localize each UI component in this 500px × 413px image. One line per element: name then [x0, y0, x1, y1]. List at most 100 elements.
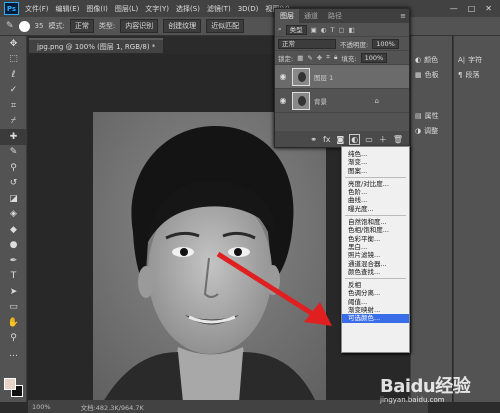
menu-type[interactable]: 文字(Y) [145, 4, 169, 14]
dock-paragraph[interactable]: ¶ 段落 [454, 67, 500, 82]
menu-3d[interactable]: 3D(D) [238, 5, 259, 13]
menu-separator [345, 176, 406, 178]
menu-file[interactable]: 文件(F) [25, 4, 49, 14]
move-tool-icon[interactable]: ✥ [0, 36, 27, 52]
document-tab[interactable]: jpg.png @ 100% (图层 1, RGB/8) * [29, 38, 164, 53]
lock-brush-icon[interactable]: ✎ [307, 54, 312, 62]
brush-preview-icon[interactable] [18, 20, 30, 32]
pen-tool-icon[interactable]: ✒ [0, 253, 27, 269]
hand-tool-icon[interactable]: ✋ [0, 315, 27, 331]
color-swatches[interactable] [4, 378, 24, 398]
filter-shape-icon[interactable]: ▢ [338, 26, 344, 34]
tab-paths[interactable]: 路径 [323, 9, 347, 23]
layer-row-layer1[interactable]: ◉ 图层 1 [275, 65, 409, 89]
eraser-tool-icon[interactable]: ◪ [0, 191, 27, 207]
filter-smart-icon[interactable]: ◧ [349, 26, 355, 34]
tab-channels[interactable]: 通道 [299, 9, 323, 23]
menu-curves[interactable]: 曲线... [342, 196, 409, 204]
rectangle-tool-icon[interactable]: ▭ [0, 300, 27, 316]
content-aware-option[interactable]: 内容识别 [120, 19, 159, 33]
tab-layers[interactable]: 图层 [275, 9, 299, 23]
lock-artboard-icon[interactable]: ⌗ [326, 53, 330, 62]
brush-size[interactable]: 35 [35, 22, 44, 30]
history-brush-tool-icon[interactable]: ↺ [0, 176, 27, 192]
close-button[interactable]: ✕ [485, 4, 492, 13]
menu-brightness-contrast[interactable]: 亮度/对比度... [342, 180, 409, 188]
spot-healing-tool-icon[interactable]: ✎ [6, 21, 14, 31]
menu-pattern[interactable]: 图案... [342, 167, 409, 175]
menu-color-balance[interactable]: 色彩平衡... [342, 235, 409, 243]
dock-properties[interactable]: ▤ 属性 [411, 108, 452, 123]
fill-input[interactable]: 100% [360, 52, 388, 63]
lock-all-icon[interactable]: 🔒︎ [334, 53, 337, 62]
dock-swatches[interactable]: ▦ 色板 [411, 67, 452, 82]
paint-bucket-tool-icon[interactable]: ◈ [0, 207, 27, 223]
foreground-color-swatch[interactable] [4, 378, 16, 390]
dock-character[interactable]: A| 字符 [454, 52, 500, 67]
menu-selective-color[interactable]: 可选颜色... [342, 314, 409, 323]
zoom-level[interactable]: 100% [32, 403, 51, 411]
new-adjustment-layer-icon[interactable]: ◐ [349, 133, 361, 145]
menu-color-lookup[interactable]: 颜色查找... [342, 268, 409, 276]
brush-tool-icon[interactable]: ✎ [0, 145, 27, 161]
character-icon: A| [458, 55, 466, 64]
crop-tool-icon[interactable]: ⌗ [0, 98, 27, 114]
new-layer-icon[interactable]: ＋ [379, 134, 387, 145]
layer-name[interactable]: 背景 [314, 96, 327, 106]
blend-mode-select[interactable]: 正常 [278, 38, 336, 49]
panel-menu-icon[interactable]: ≡ [400, 12, 406, 20]
photo-canvas[interactable] [93, 112, 326, 402]
marquee-tool-icon[interactable]: ⬚ [0, 52, 27, 68]
menu-select[interactable]: 选择(S) [176, 4, 200, 14]
proximity-option[interactable]: 近似匹配 [206, 19, 245, 33]
menu-edit[interactable]: 编辑(E) [56, 4, 80, 14]
layers-panel: 图层 通道 路径 ≡ ⌕ 类型 ▣ ◐ T ▢ ◧ 正常 不透明度: 100% … [274, 8, 410, 148]
menu-photo-filter[interactable]: 照片滤镜... [342, 251, 409, 259]
new-group-icon[interactable]: ▭ [365, 135, 373, 144]
delete-layer-icon[interactable]: 🗑︎ [393, 135, 403, 144]
lock-pixels-icon[interactable]: ▦ [297, 54, 303, 62]
add-mask-icon[interactable]: ◙ [337, 135, 345, 144]
more-tools-icon[interactable]: … [0, 346, 27, 362]
mode-select[interactable]: 正常 [69, 19, 94, 33]
link-layers-icon[interactable]: ⚭ [310, 135, 317, 144]
dock-adjustments[interactable]: ◑ 调整 [411, 123, 452, 138]
filter-pixel-icon[interactable]: ▣ [311, 26, 317, 34]
zoom-tool-icon[interactable]: ⚲ [0, 331, 27, 347]
type-tool-icon[interactable]: T [0, 269, 27, 285]
menu-image[interactable]: 图像(I) [86, 4, 108, 14]
menu-threshold[interactable]: 阈值... [342, 298, 409, 306]
layer-row-background[interactable]: ◉ 背景 ⌂ [275, 89, 409, 113]
fill-label: 填充: [341, 54, 357, 63]
filter-type-icon[interactable]: T [330, 26, 334, 34]
kind-filter-select[interactable]: 类型 [285, 24, 307, 35]
tools-panel: ✥ ⬚ ℓ ✓ ⌗ ⌿ ✚ ✎ ⚲ ↺ ◪ ◈ ◆ ● ✒ T ➤ ▭ ✋ ⚲ … [0, 36, 27, 402]
healing-brush-tool-icon[interactable]: ✚ [0, 129, 27, 145]
filter-adjust-icon[interactable]: ◐ [321, 26, 327, 34]
create-texture-option[interactable]: 创建纹理 [163, 19, 202, 33]
visibility-eye-icon[interactable]: ◉ [278, 72, 288, 81]
layer-thumbnail [292, 91, 310, 110]
lasso-tool-icon[interactable]: ℓ [0, 67, 27, 83]
opacity-input[interactable]: 100% [372, 38, 399, 49]
minimize-button[interactable]: — [450, 4, 458, 13]
quick-select-tool-icon[interactable]: ✓ [0, 83, 27, 99]
fx-icon[interactable]: fx [323, 135, 331, 144]
blur-tool-icon[interactable]: ◆ [0, 222, 27, 238]
menu-layer[interactable]: 图层(L) [115, 4, 138, 14]
maximize-button[interactable]: □ [468, 4, 476, 13]
menu-filter[interactable]: 滤镜(T) [207, 4, 231, 14]
clone-stamp-tool-icon[interactable]: ⚲ [0, 160, 27, 176]
path-select-tool-icon[interactable]: ➤ [0, 284, 27, 300]
layer-name[interactable]: 图层 1 [314, 72, 333, 82]
dock-color[interactable]: ◐ 颜色 [411, 52, 452, 67]
menu-channel-mixer[interactable]: 通道混合器... [342, 260, 409, 268]
dodge-tool-icon[interactable]: ● [0, 238, 27, 254]
menu-gradient[interactable]: 渐变... [342, 158, 409, 166]
menu-hue-saturation[interactable]: 色相/饱和度... [342, 226, 409, 234]
lock-position-icon[interactable]: ✥ [317, 54, 322, 62]
visibility-eye-icon[interactable]: ◉ [278, 96, 288, 105]
eyedropper-tool-icon[interactable]: ⌿ [0, 114, 27, 130]
menu-posterize[interactable]: 色调分离... [342, 289, 409, 297]
menu-exposure[interactable]: 曝光度... [342, 205, 409, 213]
